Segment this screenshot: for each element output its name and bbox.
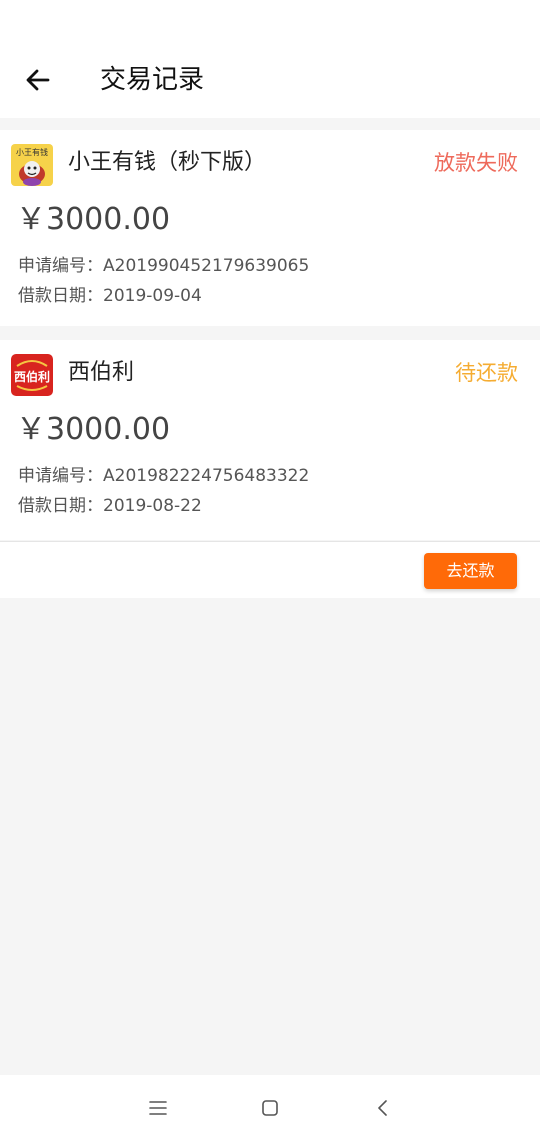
- xiboli-logo-icon: 西伯利: [11, 354, 53, 396]
- status-badge: 待还款: [455, 361, 518, 385]
- transaction-card[interactable]: 西伯利 西伯利 待还款 ￥3000.00 申请编号：A2019822247564…: [0, 340, 540, 540]
- home-button[interactable]: [255, 1093, 285, 1123]
- application-number: 申请编号：A201990452179639065: [18, 256, 310, 276]
- loan-amount: ￥3000.00: [16, 412, 171, 447]
- recent-apps-button[interactable]: [143, 1093, 173, 1123]
- logo-lettering: 小王有钱: [16, 147, 48, 157]
- loan-amount: ￥3000.00: [16, 202, 171, 237]
- transaction-card[interactable]: 小王有钱 小王有钱（秒下版） 放款失败 ￥3000.00 申请编号：A20199…: [0, 130, 540, 326]
- loan-date: 借款日期：2019-09-04: [18, 286, 202, 306]
- system-back-button[interactable]: [368, 1093, 398, 1123]
- home-icon: [262, 1100, 278, 1116]
- app-name: 西伯利: [68, 360, 135, 385]
- app-logo: 西伯利: [11, 354, 53, 396]
- app-header: 交易记录: [0, 0, 540, 118]
- back-chevron-icon: [378, 1100, 387, 1116]
- loan-date: 借款日期：2019-08-22: [18, 496, 202, 516]
- system-nav-bar: [0, 1075, 540, 1140]
- page-title: 交易记录: [100, 65, 205, 95]
- app-name: 小王有钱（秒下版）: [68, 150, 267, 175]
- arrow-left-icon: [26, 69, 50, 91]
- status-badge: 放款失败: [434, 151, 518, 175]
- application-number: 申请编号：A201982224756483322: [18, 466, 310, 486]
- xiaowang-logo-icon: 小王有钱: [11, 144, 53, 186]
- app-logo: 小王有钱: [11, 144, 53, 186]
- repay-button[interactable]: 去还款: [424, 553, 517, 589]
- back-button[interactable]: [18, 60, 58, 100]
- menu-icon: [149, 1101, 167, 1115]
- logo-lettering: 西伯利: [14, 369, 50, 384]
- card-action-bar: 去还款: [0, 541, 540, 598]
